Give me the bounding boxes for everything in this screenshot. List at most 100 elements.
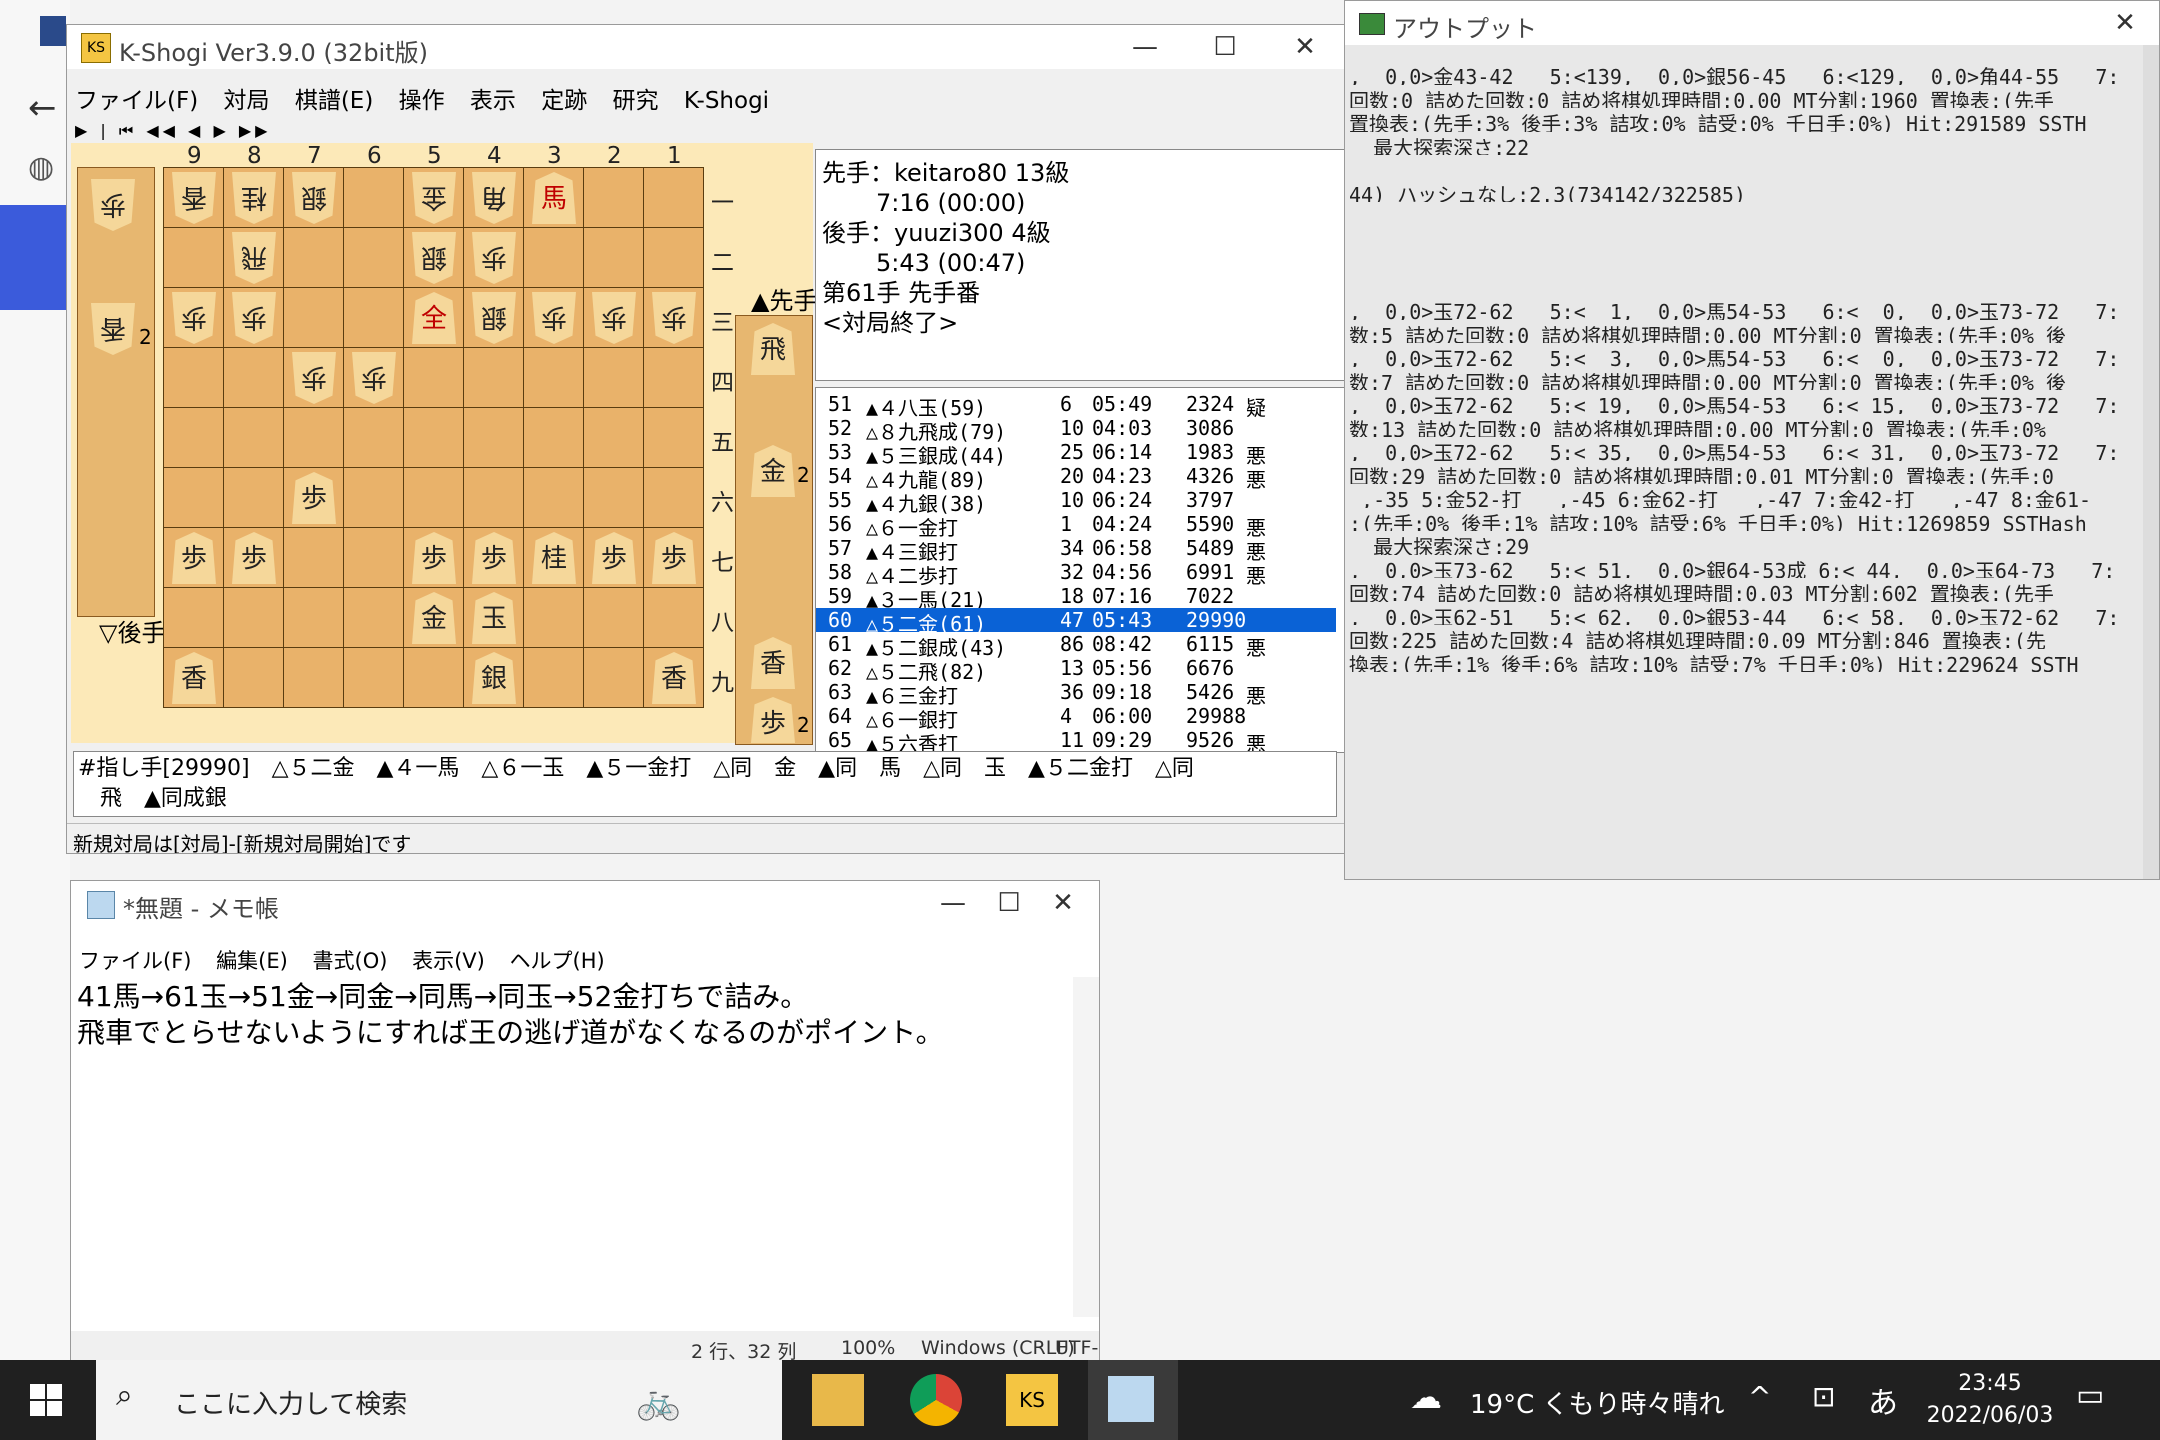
sente-piece[interactable]: 玉	[472, 592, 516, 644]
search-box[interactable]: ⌕ ここに入力して検索 🚲	[96, 1360, 782, 1440]
menu-kshogi[interactable]: K-Shogi	[684, 88, 769, 114]
gote-piece[interactable]: 歩	[592, 292, 636, 344]
notification-icon[interactable]: ▭	[2076, 1378, 2104, 1413]
notepad-scrollbar[interactable]	[1073, 977, 1099, 1317]
board-square[interactable]	[464, 348, 524, 408]
board-square[interactable]	[224, 348, 284, 408]
menu-joseki[interactable]: 定跡	[541, 81, 587, 115]
menu-view[interactable]: 表示(V)	[412, 945, 485, 975]
minimize-icon[interactable]: —	[923, 885, 983, 921]
sente-piece[interactable]: 桂	[532, 532, 576, 584]
board-square[interactable]	[464, 468, 524, 528]
board-square[interactable]	[524, 468, 584, 528]
sente-piece[interactable]: 香	[172, 652, 216, 704]
board-square[interactable]	[524, 408, 584, 468]
sente-hand-piece[interactable]: 金	[751, 445, 795, 497]
sente-piece[interactable]: 歩	[292, 472, 336, 524]
move-row[interactable]: 63 ▲６三金打 36 09:18 5426 悪	[816, 680, 1336, 708]
sente-hand-piece[interactable]: 飛	[751, 323, 795, 375]
close-icon[interactable]: ✕	[2095, 5, 2155, 41]
board-square[interactable]	[164, 348, 224, 408]
board-square[interactable]	[584, 468, 644, 528]
board-square[interactable]	[464, 408, 524, 468]
gote-hand-piece[interactable]: 香	[91, 303, 135, 355]
gote-piece[interactable]: 桂	[232, 172, 276, 224]
gote-piece[interactable]: 歩	[292, 352, 336, 404]
board-square[interactable]	[524, 228, 584, 288]
board-square[interactable]	[524, 588, 584, 648]
menu-format[interactable]: 書式(O)	[313, 945, 388, 975]
sente-piece[interactable]: 歩	[472, 532, 516, 584]
menu-file[interactable]: ファイル(F)	[79, 945, 191, 975]
board-square[interactable]	[224, 468, 284, 528]
close-icon[interactable]: ✕	[1275, 29, 1335, 65]
menu-edit[interactable]: 編集(E)	[216, 945, 288, 975]
board-square[interactable]	[164, 228, 224, 288]
board-square[interactable]	[224, 588, 284, 648]
maximize-icon[interactable]: ☐	[1195, 29, 1255, 65]
gote-piece[interactable]: 歩	[172, 292, 216, 344]
menu-research[interactable]: 研究	[613, 81, 659, 115]
board-square[interactable]	[344, 528, 404, 588]
move-row[interactable]: 57 ▲４三銀打 34 06:58 5489 悪	[816, 536, 1336, 564]
board-square[interactable]	[644, 228, 704, 288]
board-square[interactable]	[584, 228, 644, 288]
gote-piece[interactable]: 角	[472, 172, 516, 224]
output-log[interactable]: , 0,0>金43-42 5:<139, 0,0>銀56-45 6:<129, …	[1349, 61, 2141, 879]
board-square[interactable]	[344, 588, 404, 648]
move-row[interactable]: 64 △６一銀打 4 06:00 29988	[816, 704, 1336, 732]
chevron-up-icon[interactable]: ^	[1748, 1380, 1771, 1413]
menu-view[interactable]: 表示	[470, 81, 516, 115]
gote-hand-piece[interactable]: 歩	[91, 179, 135, 231]
sente-piece[interactable]: 銀	[472, 652, 516, 704]
gote-piece[interactable]: 歩	[232, 292, 276, 344]
board-square[interactable]	[284, 408, 344, 468]
board-square[interactable]	[404, 648, 464, 708]
board-square[interactable]	[164, 468, 224, 528]
gote-piece[interactable]: 金	[412, 172, 456, 224]
move-row[interactable]: 60 △５二金(61) 47 05:43 29990	[816, 608, 1336, 636]
board-square[interactable]	[164, 588, 224, 648]
board-square[interactable]	[284, 648, 344, 708]
board-square[interactable]	[404, 408, 464, 468]
board-square[interactable]	[344, 288, 404, 348]
gote-piece[interactable]: 銀	[292, 172, 336, 224]
output-scrollbar[interactable]	[2143, 45, 2159, 879]
minimize-icon[interactable]: —	[1115, 29, 1175, 65]
sente-piece[interactable]: 全	[412, 292, 456, 344]
gote-piece[interactable]: 歩	[652, 292, 696, 344]
board-square[interactable]	[284, 288, 344, 348]
clock[interactable]: 23:45 2022/06/03	[1920, 1368, 2060, 1432]
sente-piece[interactable]: 歩	[592, 532, 636, 584]
board-square[interactable]	[644, 468, 704, 528]
sente-hand-piece[interactable]: 歩	[751, 697, 795, 743]
menu-game[interactable]: 対局	[224, 81, 270, 115]
sente-hand-piece[interactable]: 香	[751, 637, 795, 689]
board-square[interactable]	[284, 228, 344, 288]
board-square[interactable]	[524, 348, 584, 408]
file-explorer-icon[interactable]	[812, 1374, 864, 1426]
move-row[interactable]: 56 △６一金打 1 04:24 5590 悪	[816, 512, 1336, 540]
move-row[interactable]: 52 △８九飛成(79) 10 04:03 3086	[816, 416, 1336, 444]
move-row[interactable]: 62 △５二飛(82) 13 05:56 6676	[816, 656, 1336, 684]
board-square[interactable]	[584, 168, 644, 228]
sente-piece[interactable]: 香	[652, 652, 696, 704]
move-row[interactable]: 54 △４九龍(89) 20 04:23 4326 悪	[816, 464, 1336, 492]
board-square[interactable]	[344, 168, 404, 228]
gote-piece[interactable]: 香	[172, 172, 216, 224]
nav-toolbar[interactable]: ▶ | ⏮ ◀◀ ◀ ▶ ▶▶ ⏭	[75, 121, 275, 160]
shogi-board[interactable]: 香桂銀金角馬飛銀歩歩歩全銀歩歩歩歩歩歩歩歩歩歩桂歩歩金玉香銀香	[163, 167, 704, 708]
board-square[interactable]	[644, 168, 704, 228]
gote-piece[interactable]: 歩	[472, 232, 516, 284]
gote-piece[interactable]: 歩	[352, 352, 396, 404]
maximize-icon[interactable]: ☐	[979, 885, 1039, 921]
sente-piece[interactable]: 歩	[172, 532, 216, 584]
menu-operation[interactable]: 操作	[399, 81, 445, 115]
board-square[interactable]	[644, 348, 704, 408]
menu-file[interactable]: ファイル(F)	[75, 81, 198, 115]
gote-piece[interactable]: 銀	[412, 232, 456, 284]
board-square[interactable]	[524, 648, 584, 708]
gote-piece[interactable]: 飛	[232, 232, 276, 284]
board-square[interactable]	[584, 408, 644, 468]
board-square[interactable]	[344, 228, 404, 288]
